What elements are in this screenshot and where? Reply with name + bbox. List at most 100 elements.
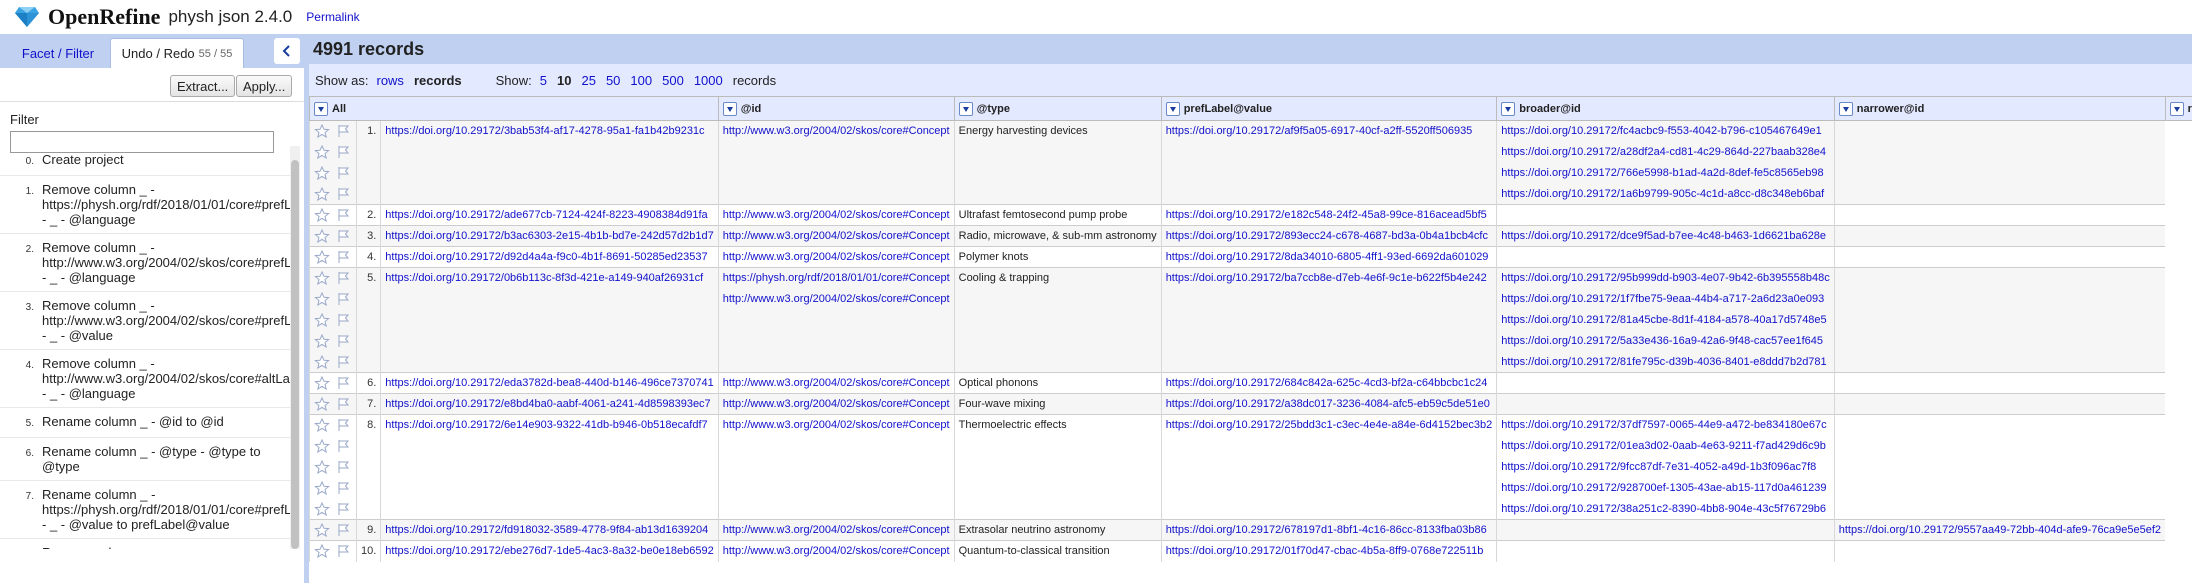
cell-link[interactable]: https://doi.org/10.29172/8da34010-6805-4… [1166,251,1489,263]
cell-broader[interactable] [1160,351,1497,373]
page-size-500[interactable]: 500 [662,73,684,88]
cell-type[interactable] [717,498,955,520]
column-header[interactable]: broader@id [1496,96,1835,121]
cell-related[interactable] [1833,414,2166,436]
flag-icon[interactable] [336,292,352,306]
column-header[interactable]: narrower@id [1833,96,2166,121]
cell-narrower[interactable]: https://doi.org/10.29172/928700ef-1305-4… [1496,477,1835,499]
cell-related[interactable]: https://doi.org/10.29172/9557aa49-72bb-4… [1833,519,2166,541]
cell-label[interactable]: Extrasolar neutrino astronomy [953,519,1162,541]
cell-id[interactable] [380,330,719,352]
page-size-25[interactable]: 25 [581,73,595,88]
cell-type[interactable]: http://www.w3.org/2004/02/skos/core#Conc… [717,120,955,142]
cell-related[interactable] [1833,162,2166,184]
cell-link[interactable]: https://doi.org/10.29172/a28df2a4-cd81-4… [1501,146,1826,158]
cell-narrower[interactable]: https://doi.org/10.29172/1f7fbe75-9eaa-4… [1496,288,1835,310]
cell-id[interactable] [380,456,719,478]
flag-icon[interactable] [336,187,352,201]
cell-broader[interactable]: https://doi.org/10.29172/893ecc24-c678-4… [1160,225,1497,247]
cell-narrower[interactable]: https://doi.org/10.29172/01ea3d02-0aab-4… [1496,435,1835,457]
cell-link[interactable]: https://doi.org/10.29172/37df7597-0065-4… [1501,419,1826,431]
cell-type[interactable] [717,183,955,205]
page-size-10[interactable]: 10 [557,73,571,88]
cell-narrower[interactable] [1496,519,1835,541]
cell-label[interactable]: Radio, microwave, & sub-mm astronomy [953,225,1162,247]
column-menu-dropdown-icon[interactable] [2169,101,2184,116]
star-icon[interactable] [314,165,330,181]
history-item[interactable]: 8.Rename column _ -http://www.w3.org/200… [0,539,298,549]
column-menu-dropdown-icon[interactable] [958,101,973,116]
cell-label[interactable] [953,477,1162,499]
cell-id[interactable] [380,288,719,310]
star-icon[interactable] [314,459,330,475]
cell-link[interactable]: https://doi.org/10.29172/893ecc24-c678-4… [1166,230,1488,242]
cell-link[interactable]: https://doi.org/10.29172/e182c548-24f2-4… [1166,209,1487,221]
history-item[interactable]: 4. Remove column _ - http://www.w3.org/200… [0,350,298,408]
column-header[interactable]: prefLabel@value [1160,96,1498,121]
cell-broader[interactable] [1160,309,1497,331]
scrollbar-thumb[interactable] [291,160,299,549]
cell-type[interactable] [717,351,955,373]
flag-icon[interactable] [336,481,352,495]
cell-link[interactable]: https://doi.org/10.29172/0b6b113c-8f3d-4… [385,272,703,284]
cell-broader[interactable]: https://doi.org/10.29172/684c842a-625c-4… [1160,372,1497,394]
cell-id[interactable]: https://doi.org/10.29172/ade677cb-7124-4… [380,204,719,226]
star-icon[interactable] [314,418,330,433]
cell-link[interactable]: https://doi.org/10.29172/b3ac6303-2e15-4… [385,230,713,242]
page-size-5[interactable]: 5 [540,73,547,88]
cell-label[interactable] [953,183,1162,205]
history-item[interactable]: 3. Remove column _ - http://www.w3.org/200… [0,292,298,350]
cell-label[interactable]: Polymer knots [953,246,1162,268]
cell-id[interactable]: https://doi.org/10.29172/fd918032-3589-4… [380,519,719,541]
column-header[interactable]: @id [717,96,955,121]
tab-facet-filter[interactable]: Facet / Filter [6,38,110,68]
cell-link[interactable]: https://doi.org/10.29172/dce9f5ad-b7ee-4… [1501,230,1826,242]
history-item[interactable]: 7. Rename column _ - https://physh.org/rdf… [0,481,298,539]
cell-id[interactable]: https://doi.org/10.29172/d92d4a4a-f9c0-4… [380,246,719,268]
tab-undo-redo[interactable]: Undo / Redo 55 / 55 [110,38,244,68]
cell-related[interactable] [1833,498,2166,520]
star-icon[interactable] [314,480,330,496]
cell-narrower[interactable]: https://doi.org/10.29172/38a251c2-8390-4… [1496,498,1835,520]
cell-link[interactable]: https://doi.org/10.29172/1f7fbe75-9eaa-4… [1501,293,1824,305]
cell-label[interactable]: Thermoelectric effects [953,414,1162,436]
cell-broader[interactable]: https://doi.org/10.29172/e182c548-24f2-4… [1160,204,1497,226]
cell-narrower[interactable]: https://doi.org/10.29172/1a6b9799-905c-4… [1496,183,1835,205]
cell-related[interactable] [1833,225,2166,247]
apply-button[interactable]: Apply... [236,75,293,97]
cell-link[interactable]: http://www.w3.org/2004/02/skos/core#Conc… [723,398,950,410]
cell-link[interactable]: https://doi.org/10.29172/01ea3d02-0aab-4… [1501,440,1826,452]
cell-type[interactable] [717,477,955,499]
cell-link[interactable]: https://doi.org/10.29172/a38dc017-3236-4… [1166,398,1490,410]
cell-broader[interactable]: https://doi.org/10.29172/8da34010-6805-4… [1160,246,1497,268]
history-item[interactable]: 1. Remove column _ - https://physh.org/rdf… [0,176,298,234]
star-icon[interactable] [314,271,330,286]
cell-narrower[interactable]: https://doi.org/10.29172/5a33e436-16a9-4… [1496,330,1835,352]
cell-id[interactable]: https://doi.org/10.29172/3bab53f4-af17-4… [380,120,719,142]
cell-id[interactable] [380,183,719,205]
cell-link[interactable]: https://doi.org/10.29172/766e5998-b1ad-4… [1501,167,1823,179]
flag-icon[interactable] [336,208,352,222]
flag-icon[interactable] [336,124,352,138]
flag-icon[interactable] [336,460,352,474]
cell-broader[interactable] [1160,477,1497,499]
flag-icon[interactable] [336,145,352,159]
cell-link[interactable]: https://doi.org/10.29172/928700ef-1305-4… [1501,482,1826,494]
cell-narrower[interactable]: https://doi.org/10.29172/81fe795c-d39b-4… [1496,351,1835,373]
cell-broader[interactable]: https://doi.org/10.29172/678197d1-8bf1-4… [1160,519,1497,541]
cell-link[interactable]: https://doi.org/10.29172/9fcc87df-7e31-4… [1501,461,1816,473]
cell-type[interactable] [717,435,955,457]
cell-link[interactable]: https://doi.org/10.29172/fc4acbc9-f553-4… [1501,125,1821,137]
cell-related[interactable] [1833,456,2166,478]
cell-link[interactable]: http://www.w3.org/2004/02/skos/core#Conc… [723,293,950,305]
cell-id[interactable]: https://doi.org/10.29172/ebe276d7-1de5-4… [380,540,719,562]
cell-related[interactable] [1833,267,2166,289]
star-icon[interactable] [314,207,330,223]
cell-narrower[interactable]: https://doi.org/10.29172/9fcc87df-7e31-4… [1496,456,1835,478]
cell-related[interactable] [1833,183,2166,205]
flag-icon[interactable] [336,166,352,180]
cell-link[interactable]: http://www.w3.org/2004/02/skos/core#Conc… [723,524,950,536]
star-icon[interactable] [314,144,330,160]
flag-icon[interactable] [336,544,352,558]
rows-mode-link[interactable]: rows [376,73,403,88]
